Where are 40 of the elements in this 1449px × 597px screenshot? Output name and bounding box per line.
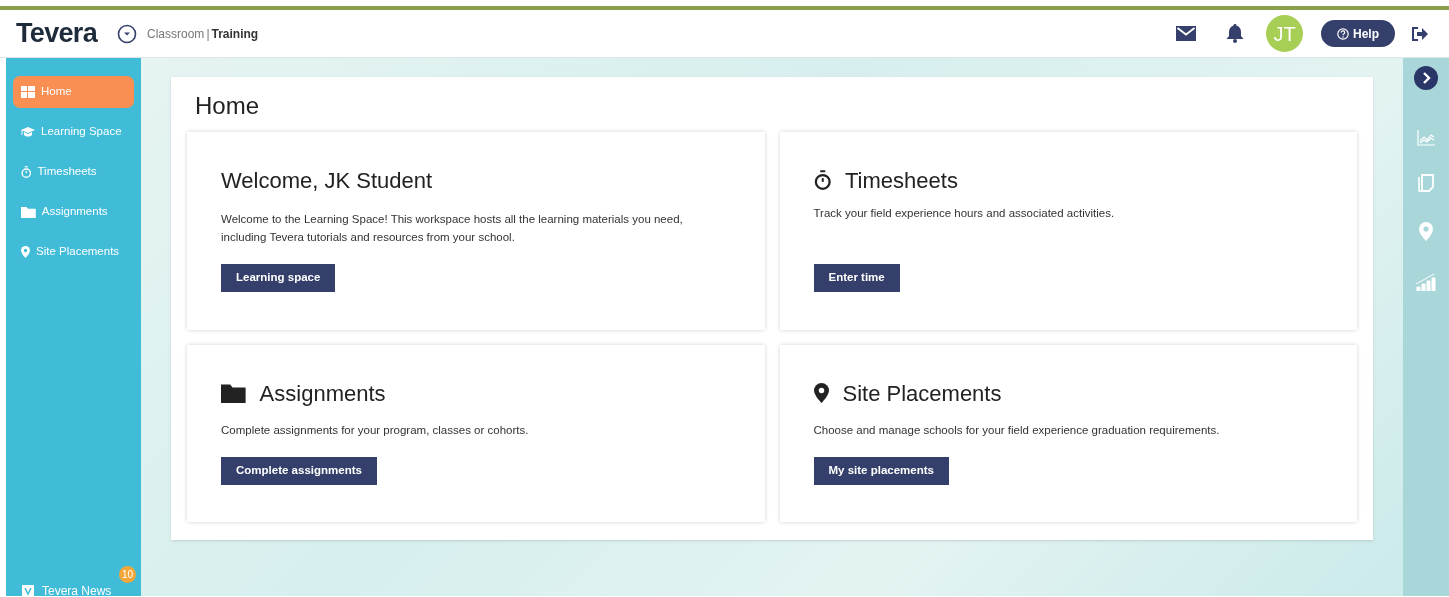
breadcrumb-context: Classroom: [147, 25, 205, 43]
sidebar-item[interactable]: Learning Space: [13, 116, 134, 148]
grid-icon: [21, 86, 35, 98]
card-description: Welcome to the Learning Space! This workspace hosts all the learning materials you need, including Tevera tutorials and resources from your school.: [221, 212, 684, 245]
card-action-button[interactable]: My site placements: [813, 457, 949, 485]
dropdown-icon[interactable]: [117, 23, 137, 44]
card-title: Site Placements: [842, 379, 1002, 408]
help-icon: [1337, 27, 1349, 40]
notification-badge: 10: [119, 566, 136, 583]
sidebar-item[interactable]: Tevera News: [42, 582, 112, 597]
folder-icon: [221, 383, 246, 403]
location-pin-icon: [21, 246, 30, 258]
sidebar-item[interactable]: Home: [13, 76, 134, 108]
bell-icon[interactable]: [1226, 24, 1244, 43]
card-action-button[interactable]: Complete assignments: [221, 457, 377, 485]
expand-icon[interactable]: [1414, 66, 1438, 90]
user-avatar[interactable]: JT: [1266, 15, 1303, 52]
breadcrumb-separator: |: [206, 25, 210, 43]
tevera-logo: Tevera: [16, 20, 97, 47]
card-description: Track your field experience hours and associated activities.: [813, 206, 1116, 221]
sidebar-item[interactable]: Timesheets: [13, 156, 134, 188]
stopwatch-icon: [21, 166, 32, 178]
card-title: Welcome, JK Student: [221, 166, 433, 195]
graduation-cap-icon: [21, 126, 35, 138]
logout-icon[interactable]: [1411, 25, 1429, 42]
help-button[interactable]: Help: [1321, 20, 1395, 47]
breadcrumb-workspace: Training: [211, 25, 259, 43]
stopwatch-icon: [813, 170, 831, 190]
sidebar-item[interactable]: Site Placements: [13, 236, 134, 268]
card-action-button[interactable]: Learning space: [221, 264, 336, 292]
card-title: Assignments: [259, 379, 386, 408]
location-pin-icon: [813, 383, 829, 403]
card-description: Complete assignments for your program, classes or cohorts.: [221, 423, 530, 438]
card-description: Choose and manage schools for your field experience graduation requirements.: [813, 423, 1221, 438]
folder-icon: [21, 206, 36, 218]
mail-icon[interactable]: [1176, 26, 1196, 41]
page-title: Home: [195, 91, 261, 121]
sidebar-item[interactable]: Assignments: [13, 196, 134, 228]
card-title: Timesheets: [845, 166, 958, 195]
card-action-button[interactable]: Enter time: [813, 264, 900, 292]
